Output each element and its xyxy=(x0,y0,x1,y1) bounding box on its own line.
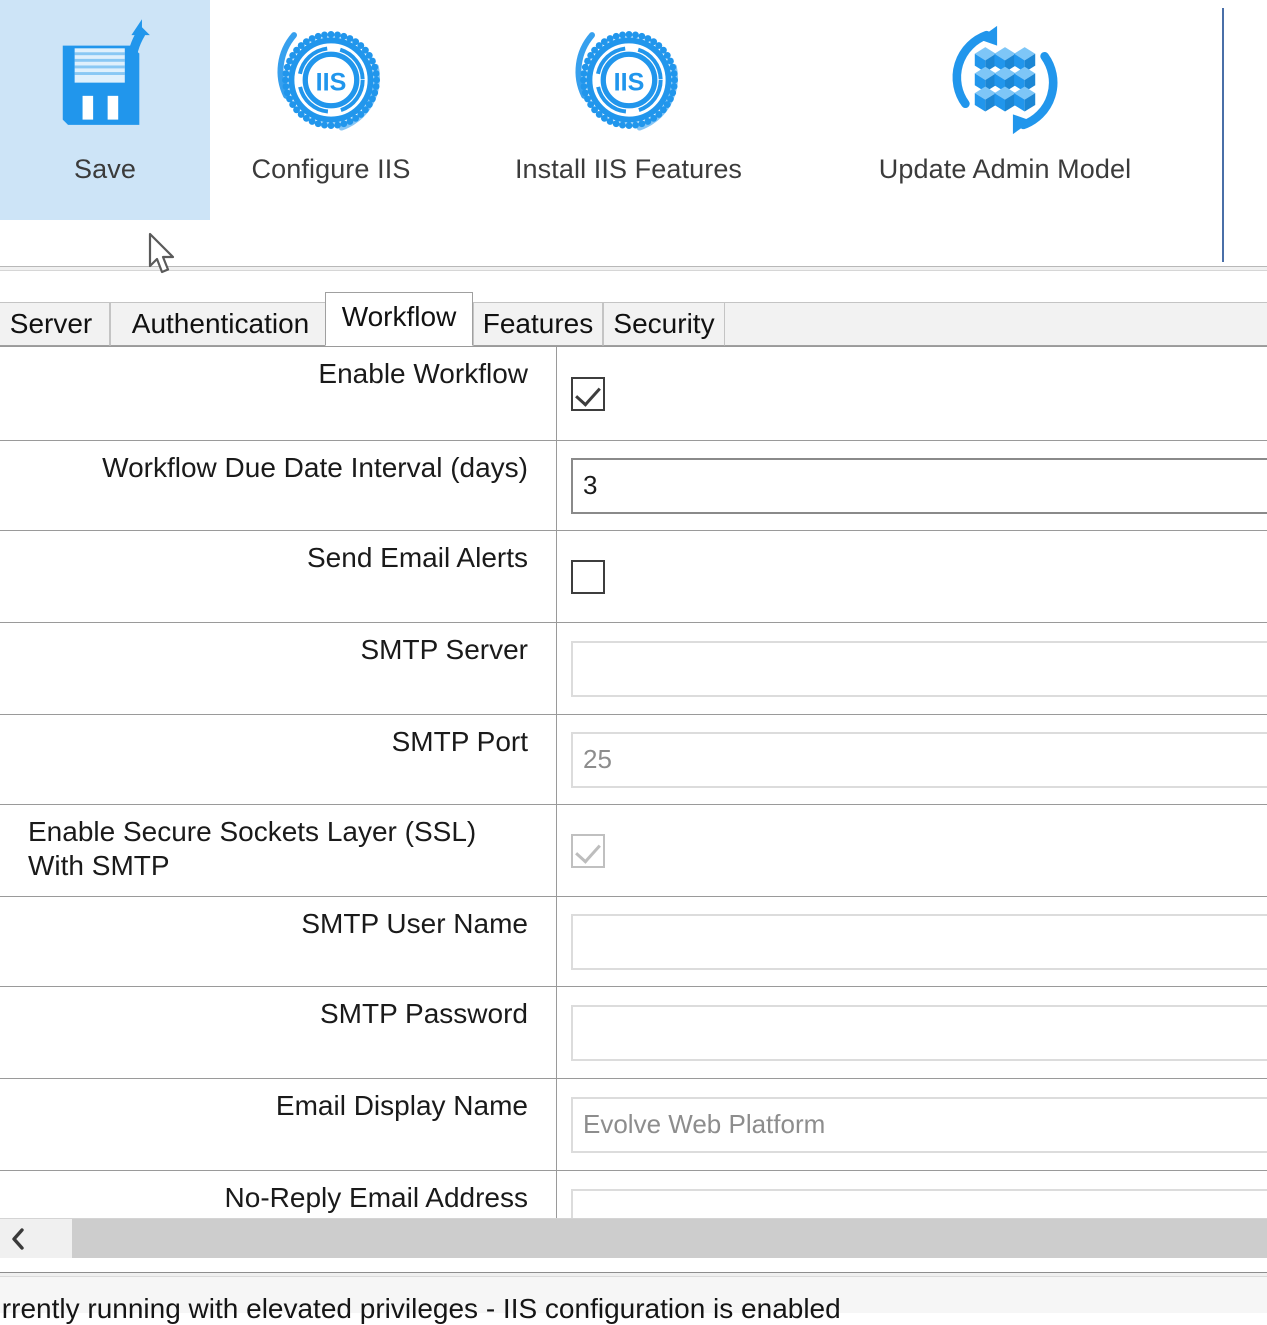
ribbon-button-save[interactable]: Save xyxy=(0,0,210,220)
checkbox-send-email-alerts[interactable] xyxy=(571,560,605,594)
settings-row-send-email-alerts: Send Email Alerts xyxy=(0,531,1267,623)
settings-row-smtp-server: SMTP Server xyxy=(0,623,1267,715)
scroll-left-arrow-icon[interactable] xyxy=(0,1219,36,1258)
svg-text:IIS: IIS xyxy=(316,69,347,97)
row-control-enable-ssl-with-smtp xyxy=(557,805,1267,896)
row-label-text: Email Display Name xyxy=(28,1089,528,1123)
scrollbar-track[interactable] xyxy=(36,1219,1267,1258)
settings-row-workflow-due-date-interval: Workflow Due Date Interval (days) 3 xyxy=(0,441,1267,531)
settings-row-smtp-password: SMTP Password xyxy=(0,987,1267,1079)
row-label-text: SMTP Server xyxy=(28,633,528,667)
row-label-text: SMTP Port xyxy=(28,725,528,759)
ribbon-button-install-iis-features[interactable]: IIS Install IIS Features xyxy=(452,0,805,220)
input-smtp-server[interactable] xyxy=(571,641,1267,697)
ribbon-button-update-admin-model[interactable]: Update Admin Model xyxy=(805,0,1205,220)
row-label-smtp-user-name: SMTP User Name xyxy=(0,897,557,986)
ribbon-button-label: Save xyxy=(74,154,136,185)
status-bar-message: Currently running with elevated privileg… xyxy=(0,1293,841,1325)
settings-row-smtp-port: SMTP Port 25 xyxy=(0,715,1267,805)
tab-strip-filler xyxy=(725,302,1267,346)
row-control-email-display-name: Evolve Web Platform xyxy=(557,1079,1267,1170)
ribbon-button-configure-iis[interactable]: IIS Configure IIS xyxy=(210,0,452,220)
row-control-enable-workflow xyxy=(557,347,1267,440)
ribbon-button-label: Configure IIS xyxy=(252,154,411,185)
row-control-send-email-alerts xyxy=(557,531,1267,622)
settings-grid[interactable]: Enable Workflow Workflow Due Date Interva… xyxy=(0,346,1267,1218)
ribbon-toolbar: Save IIS Configure IIS IIS Install IIS Featu… xyxy=(0,0,1267,262)
input-smtp-port[interactable]: 25 xyxy=(571,732,1267,788)
row-label-send-email-alerts: Send Email Alerts xyxy=(0,531,557,622)
settings-row-email-display-name: Email Display Name Evolve Web Platform xyxy=(0,1079,1267,1171)
row-label-text: Enable Workflow xyxy=(28,357,528,391)
row-label-smtp-port: SMTP Port xyxy=(0,715,557,804)
row-label-enable-ssl-with-smtp: Enable Secure Sockets Layer (SSL) With S… xyxy=(0,805,557,896)
row-control-smtp-port: 25 xyxy=(557,715,1267,804)
status-bar-inner: Currently running with elevated privileg… xyxy=(0,1276,1267,1313)
ribbon-button-label: Install IIS Features xyxy=(515,154,742,185)
tab-workflow[interactable]: Workflow xyxy=(325,292,473,346)
iis-gear-icon: IIS xyxy=(563,14,695,146)
row-label-text: SMTP Password xyxy=(28,997,528,1031)
settings-row-smtp-user-name: SMTP User Name xyxy=(0,897,1267,987)
ribbon-button-label: Update Admin Model xyxy=(879,154,1131,185)
scrollbar-status-gap xyxy=(0,1258,1267,1272)
status-bar: Currently running with elevated privileg… xyxy=(0,1272,1267,1312)
row-control-smtp-user-name xyxy=(557,897,1267,986)
row-label-text: SMTP User Name xyxy=(28,907,528,941)
horizontal-scrollbar[interactable] xyxy=(0,1218,1267,1258)
settings-row-enable-workflow: Enable Workflow xyxy=(0,347,1267,441)
row-label-no-reply-email-address: No-Reply Email Address xyxy=(0,1171,557,1218)
save-floppy-upload-icon xyxy=(39,14,171,146)
tab-strip: ServerAuthenticationWorkflowFeaturesSecu… xyxy=(0,294,1267,346)
row-label-enable-workflow: Enable Workflow xyxy=(0,347,557,440)
input-no-reply-email-address[interactable] xyxy=(571,1189,1267,1219)
ribbon-bottom-border xyxy=(0,266,1267,271)
ribbon-separator xyxy=(1222,8,1224,262)
row-label-email-display-name: Email Display Name xyxy=(0,1079,557,1170)
row-label-text: Send Email Alerts xyxy=(28,541,528,575)
row-label-smtp-password: SMTP Password xyxy=(0,987,557,1078)
row-label-smtp-server: SMTP Server xyxy=(0,623,557,714)
row-control-smtp-server xyxy=(557,623,1267,714)
iis-gear-icon: IIS xyxy=(265,14,397,146)
settings-row-enable-ssl-with-smtp: Enable Secure Sockets Layer (SSL) With S… xyxy=(0,805,1267,897)
tab-security[interactable]: Security xyxy=(603,302,725,346)
settings-row-no-reply-email-address: No-Reply Email Address xyxy=(0,1171,1267,1218)
scrollbar-thumb[interactable] xyxy=(72,1219,1267,1258)
row-label-text: Enable Secure Sockets Layer (SSL) With S… xyxy=(28,815,528,883)
tab-authentication[interactable]: Authentication xyxy=(110,302,331,346)
tab-server[interactable]: Server xyxy=(0,302,110,346)
input-smtp-user-name[interactable] xyxy=(571,914,1267,970)
input-email-display-name[interactable]: Evolve Web Platform xyxy=(571,1097,1267,1153)
row-control-workflow-due-date-interval: 3 xyxy=(557,441,1267,530)
tab-features[interactable]: Features xyxy=(473,302,603,346)
row-control-smtp-password xyxy=(557,987,1267,1078)
cube-refresh-icon xyxy=(939,14,1071,146)
row-control-no-reply-email-address xyxy=(557,1171,1267,1218)
checkbox-enable-workflow[interactable] xyxy=(571,377,605,411)
svg-text:IIS: IIS xyxy=(613,69,644,97)
row-label-text: No-Reply Email Address xyxy=(28,1181,528,1215)
input-smtp-password[interactable] xyxy=(571,1005,1267,1061)
row-label-workflow-due-date-interval: Workflow Due Date Interval (days) xyxy=(0,441,557,530)
checkbox-enable-ssl-with-smtp[interactable] xyxy=(571,834,605,868)
input-workflow-due-date-interval[interactable]: 3 xyxy=(571,458,1267,514)
row-label-text: Workflow Due Date Interval (days) xyxy=(28,451,528,485)
